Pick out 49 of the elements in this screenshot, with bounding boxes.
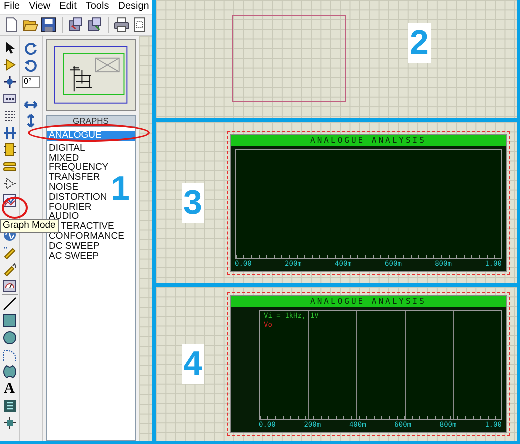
menu-item[interactable]: Tools bbox=[86, 0, 110, 14]
line-icon[interactable] bbox=[2, 296, 16, 310]
menu-item[interactable]: Design bbox=[118, 0, 150, 14]
symbol-icon[interactable] bbox=[2, 398, 16, 412]
junction-icon[interactable] bbox=[2, 74, 16, 88]
export-icon[interactable] bbox=[86, 17, 103, 33]
menu-item[interactable]: View bbox=[29, 0, 51, 14]
menu-item[interactable]: Edit bbox=[60, 0, 77, 14]
graph-title: ANALOGUE ANALYSIS bbox=[231, 296, 506, 307]
new-file-icon[interactable] bbox=[4, 17, 20, 33]
import-icon[interactable] bbox=[68, 17, 84, 33]
mirror-vertical-icon[interactable] bbox=[25, 114, 37, 128]
callout-number: 2 bbox=[408, 23, 431, 63]
mirror-horizontal-icon[interactable] bbox=[24, 99, 38, 111]
printer-icon[interactable] bbox=[114, 17, 130, 33]
list-item[interactable]: AC SWEEP bbox=[47, 252, 135, 262]
rotation-field[interactable]: 0° bbox=[22, 76, 40, 88]
print-area-icon[interactable] bbox=[132, 17, 148, 33]
list-item[interactable]: CONFORMANCE bbox=[47, 232, 135, 242]
tooltip: Graph Mode bbox=[0, 219, 59, 233]
box-icon[interactable] bbox=[2, 314, 16, 328]
label-icon[interactable] bbox=[2, 92, 16, 106]
list-item[interactable]: DC SWEEP bbox=[47, 242, 135, 252]
subcircuit-icon[interactable] bbox=[2, 142, 16, 156]
port-icon[interactable] bbox=[2, 176, 16, 190]
text-tool-icon[interactable]: A bbox=[4, 382, 15, 396]
component-icon[interactable] bbox=[2, 58, 16, 72]
probe-icon[interactable] bbox=[2, 262, 16, 276]
overview-drawing[interactable] bbox=[46, 39, 136, 111]
list-item[interactable]: DIGITAL bbox=[47, 144, 135, 154]
terminal-icon[interactable] bbox=[2, 160, 16, 174]
circle-icon[interactable] bbox=[2, 330, 16, 344]
menu-item[interactable]: File bbox=[4, 0, 20, 14]
bus-icon[interactable] bbox=[2, 126, 16, 140]
rotate-clockwise-icon[interactable] bbox=[24, 42, 38, 56]
callout-number: 4 bbox=[182, 344, 204, 384]
path-icon[interactable] bbox=[2, 364, 16, 378]
list-item[interactable]: MIXED bbox=[47, 154, 135, 164]
arc-icon[interactable] bbox=[2, 348, 16, 362]
script-icon[interactable] bbox=[2, 108, 16, 122]
probe-icon[interactable] bbox=[2, 244, 16, 258]
callout-number: 3 bbox=[182, 182, 204, 222]
rotate-anticlockwise-icon[interactable] bbox=[24, 59, 38, 73]
marker-icon[interactable] bbox=[2, 416, 16, 430]
save-icon[interactable] bbox=[41, 17, 58, 33]
list-item[interactable]: FREQUENCY bbox=[47, 163, 135, 174]
panel-header: GRAPHS bbox=[46, 115, 136, 127]
graph-title: ANALOGUE ANALYSIS bbox=[231, 134, 506, 146]
meter-icon[interactable] bbox=[2, 278, 16, 292]
